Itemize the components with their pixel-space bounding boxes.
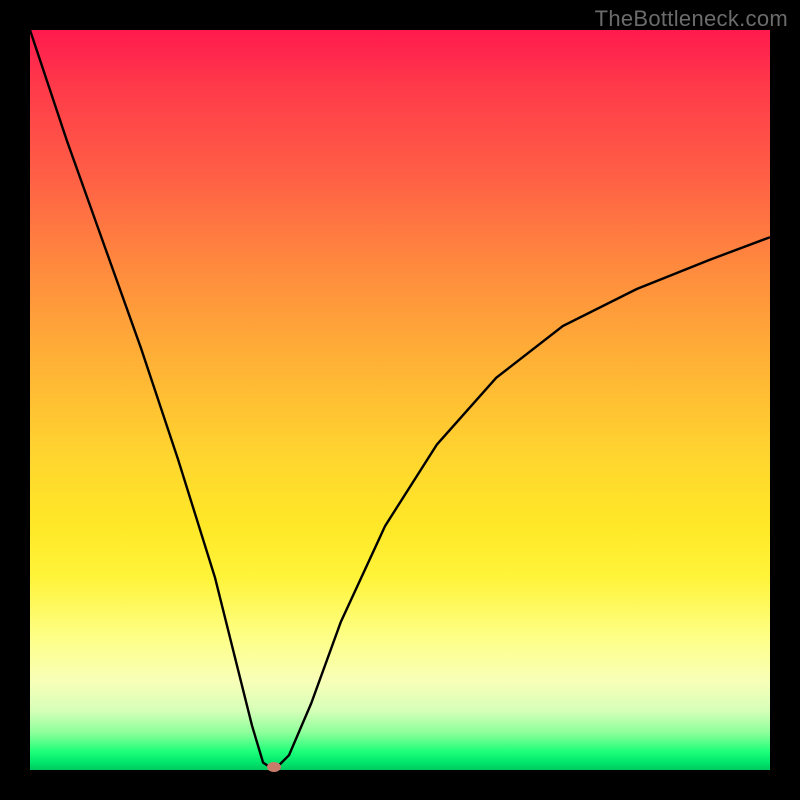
bottleneck-curve bbox=[30, 30, 770, 770]
watermark-text: TheBottleneck.com bbox=[595, 6, 788, 32]
chart-frame bbox=[30, 30, 770, 770]
minimum-marker-dot bbox=[267, 762, 281, 772]
